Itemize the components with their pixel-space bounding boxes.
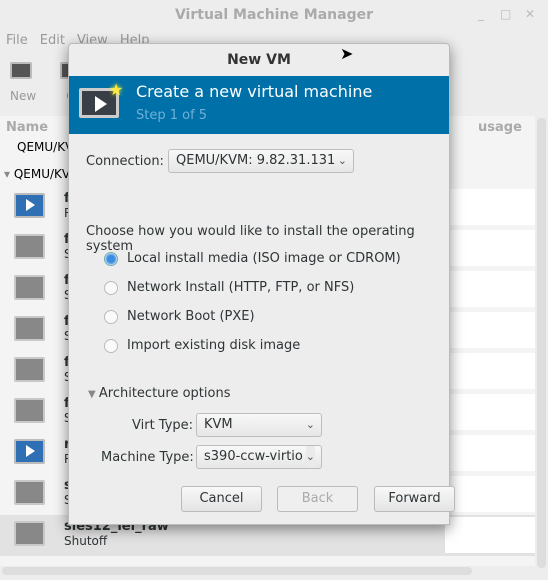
virt-type-label: Virt Type: — [132, 418, 194, 433]
install-option-radio[interactable]: Network Install (HTTP, FTP, or NFS) — [104, 280, 354, 295]
back-button[interactable]: Back — [277, 486, 358, 512]
usage-graph — [445, 312, 535, 348]
option-label: Network Boot (PXE) — [127, 309, 255, 324]
dialog-title: New VM — [227, 52, 291, 68]
architecture-expander[interactable]: ▼ Architecture options — [88, 386, 230, 401]
usage-graph — [445, 189, 535, 225]
cancel-button[interactable]: Cancel — [181, 486, 262, 512]
new-vm-dialog: New VM ★ Create a new virtual machine St… — [68, 43, 455, 525]
connection-label: Connection: — [86, 154, 164, 169]
close-icon[interactable]: ✕ — [525, 7, 535, 21]
option-label: Import existing disk image — [127, 338, 301, 353]
install-prompt: Choose how you would like to install the… — [86, 224, 415, 254]
vm-monitor-icon — [14, 521, 45, 546]
machine-type-value: s390-ccw-virtio — [204, 449, 303, 464]
radio-icon — [104, 251, 118, 266]
vm-monitor-icon — [14, 480, 45, 505]
radio-icon — [104, 338, 118, 353]
minimize-icon[interactable]: _ — [478, 7, 484, 21]
horizontal-scrollbar[interactable] — [2, 567, 472, 575]
machine-type-label: Machine Type: — [101, 450, 194, 465]
usage-graph — [445, 230, 535, 266]
radio-icon — [104, 280, 118, 295]
install-option-radio[interactable]: Local install media (ISO image or CDROM) — [104, 251, 401, 266]
vm-monitor-icon — [14, 357, 45, 382]
usage-graph — [445, 435, 535, 471]
option-label: Network Install (HTTP, FTP, or NFS) — [127, 280, 355, 295]
menu-edit[interactable]: Edit — [40, 30, 65, 52]
star-icon: ★ — [109, 80, 124, 99]
connection-row-expanded[interactable]: ▾ QEMU/KVI — [4, 167, 74, 181]
arch-label: Architecture options — [98, 386, 231, 401]
virt-type-select[interactable]: KVM ⌄ — [196, 413, 322, 437]
vm-monitor-icon — [14, 316, 45, 341]
vm-monitor-icon — [14, 275, 45, 300]
machine-type-select[interactable]: s390-ccw-virtio ⌄ — [196, 445, 322, 469]
dialog-header: ★ Create a new virtual machine Step 1 of… — [69, 76, 449, 134]
chevron-down-icon: ⌄ — [305, 418, 315, 431]
vm-status: Shutoff — [64, 534, 108, 548]
usage-graph — [445, 271, 535, 307]
usage-graph — [445, 394, 535, 430]
conn-label: QEMU/KVI — [13, 167, 74, 181]
expander-triangle-icon: ▼ — [88, 389, 99, 400]
usage-graph — [445, 476, 535, 512]
header-step: Step 1 of 5 — [136, 108, 208, 123]
vm-monitor-icon — [14, 234, 45, 259]
menu-file[interactable]: File — [6, 30, 28, 52]
header-title: Create a new virtual machine — [136, 82, 373, 101]
radio-icon — [104, 309, 118, 324]
vertical-scrollbar[interactable] — [537, 118, 546, 568]
vm-monitor-icon — [14, 193, 45, 218]
vm-monitor-icon — [14, 398, 45, 423]
install-option-radio[interactable]: Network Boot (PXE) — [104, 309, 255, 324]
virt-type-value: KVM — [204, 417, 233, 432]
new-label: New — [10, 89, 37, 103]
usage-graph — [445, 517, 535, 553]
connection-value: QEMU/KVM: 9.82.31.131 — [176, 153, 336, 168]
forward-button[interactable]: Forward — [374, 486, 455, 512]
col-name: Name — [6, 120, 49, 135]
new-vm-button[interactable]: New — [10, 62, 36, 103]
usage-graph — [445, 353, 535, 389]
chevron-down-icon: ⌄ — [305, 446, 315, 468]
window-title: Virtual Machine Manager — [174, 7, 374, 23]
new-vm-icon — [10, 62, 32, 79]
option-label: Local install media (ISO image or CDROM) — [127, 251, 401, 266]
maximize-icon[interactable]: □ — [500, 7, 511, 21]
chevron-down-icon: ⌄ — [337, 154, 347, 167]
vm-monitor-icon — [14, 439, 45, 464]
install-option-radio[interactable]: Import existing disk image — [104, 338, 300, 353]
mouse-cursor-icon: ➤ — [340, 44, 354, 63]
connection-select[interactable]: QEMU/KVM: 9.82.31.131 ⌄ — [168, 149, 354, 173]
col-usage[interactable]: usage — [478, 116, 522, 140]
